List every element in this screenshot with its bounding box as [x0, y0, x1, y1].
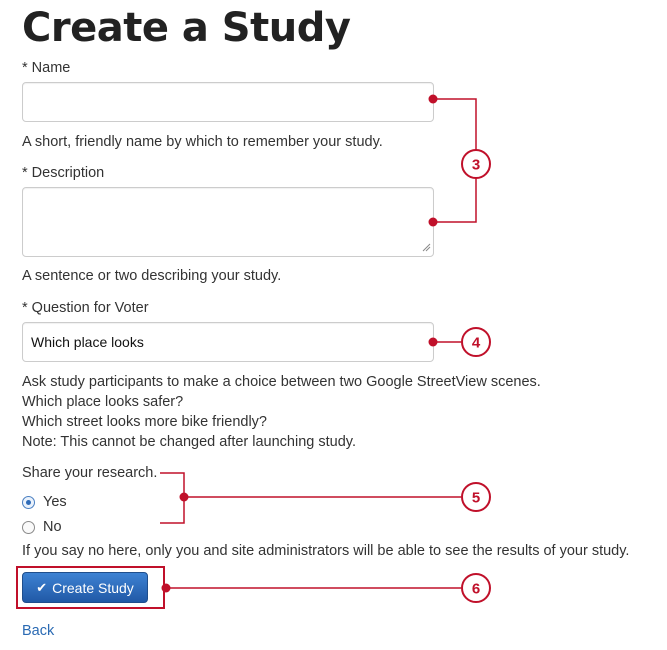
callout-dot — [428, 217, 438, 227]
callout-5-number: 5 — [472, 490, 480, 507]
callout-dot — [179, 492, 189, 502]
callout-3-number: 3 — [472, 157, 480, 174]
callout-dot — [428, 94, 438, 104]
callout-6-number: 6 — [472, 581, 480, 598]
callout-dot — [161, 583, 171, 593]
callout-dot — [428, 337, 438, 347]
annotation-overlay: 3 4 5 6 — [160, 94, 491, 603]
callout-4-number: 4 — [472, 335, 481, 352]
